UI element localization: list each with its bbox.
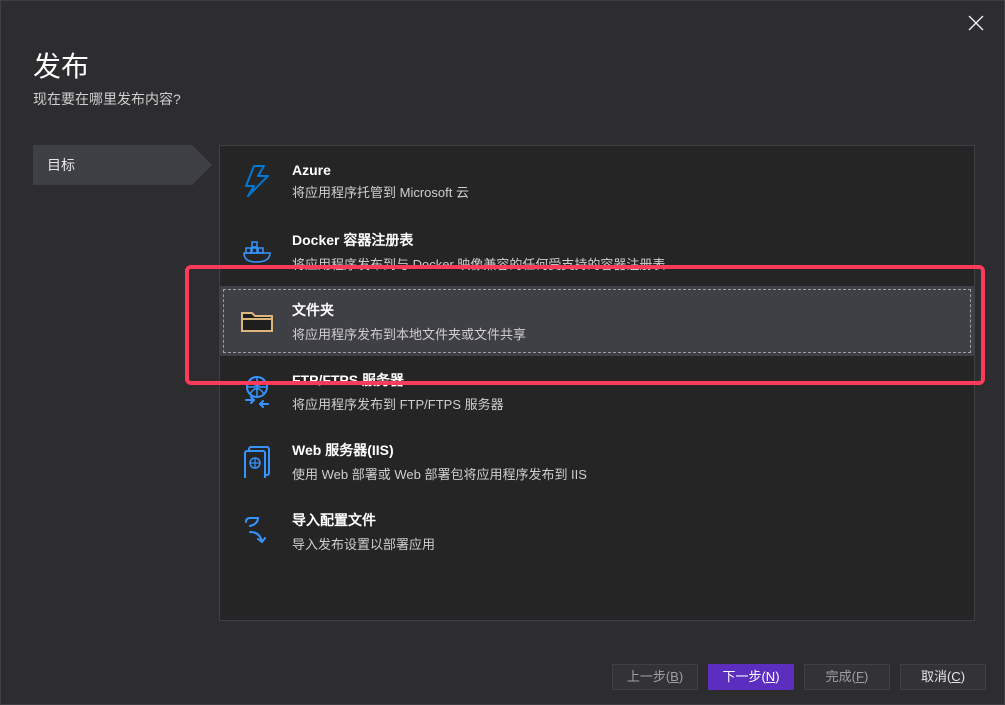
option-azure[interactable]: Azure 将应用程序托管到 Microsoft 云	[220, 146, 974, 216]
import-icon	[236, 514, 278, 548]
dialog-footer: 上一步(B) 下一步(N) 完成(F) 取消(C)	[1, 650, 1004, 704]
option-desc: 导入发布设置以部署应用	[292, 534, 958, 553]
option-desc: 使用 Web 部署或 Web 部署包将应用程序发布到 IIS	[292, 464, 958, 483]
option-import-profile[interactable]: 导入配置文件 导入发布设置以部署应用	[220, 496, 974, 566]
option-ftp[interactable]: FTP/FTPS 服务器 将应用程序发布到 FTP/FTPS 服务器	[220, 356, 974, 426]
option-desc: 将应用程序托管到 Microsoft 云	[292, 182, 958, 201]
option-desc: 将应用程序发布到 FTP/FTPS 服务器	[292, 394, 958, 413]
publish-dialog: 发布 现在要在哪里发布内容? 目标 Azure 将应用程序托管到 Microso…	[0, 0, 1005, 705]
option-desc: 将应用程序发布到本地文件夹或文件共享	[292, 324, 958, 343]
options-panel: Azure 将应用程序托管到 Microsoft 云 Docker 容器注册表 …	[219, 145, 975, 621]
back-button: 上一步(B)	[612, 664, 698, 690]
option-title: 文件夹	[292, 300, 958, 320]
close-icon[interactable]	[968, 15, 984, 31]
folder-icon	[236, 307, 278, 335]
option-title: Web 服务器(IIS)	[292, 440, 958, 460]
option-iis[interactable]: Web 服务器(IIS) 使用 Web 部署或 Web 部署包将应用程序发布到 …	[220, 426, 974, 496]
option-desc: 将应用程序发布到与 Docker 映像兼容的任何受支持的容器注册表	[292, 254, 958, 273]
dialog-subtitle: 现在要在哪里发布内容?	[33, 89, 181, 109]
step-target[interactable]: 目标	[33, 145, 193, 185]
option-title: Azure	[292, 162, 958, 178]
dialog-title: 发布	[33, 45, 89, 85]
azure-icon	[236, 164, 278, 198]
ftp-icon	[236, 374, 278, 408]
next-button[interactable]: 下一步(N)	[708, 664, 794, 690]
option-title: FTP/FTPS 服务器	[292, 370, 958, 390]
option-folder[interactable]: 文件夹 将应用程序发布到本地文件夹或文件共享	[220, 286, 974, 356]
cancel-button[interactable]: 取消(C)	[900, 664, 986, 690]
finish-button: 完成(F)	[804, 664, 890, 690]
option-title: 导入配置文件	[292, 510, 958, 530]
wizard-steps: 目标	[33, 145, 193, 185]
option-title: Docker 容器注册表	[292, 230, 958, 250]
option-docker[interactable]: Docker 容器注册表 将应用程序发布到与 Docker 映像兼容的任何受支持…	[220, 216, 974, 286]
docker-icon	[236, 236, 278, 266]
iis-icon	[236, 444, 278, 478]
